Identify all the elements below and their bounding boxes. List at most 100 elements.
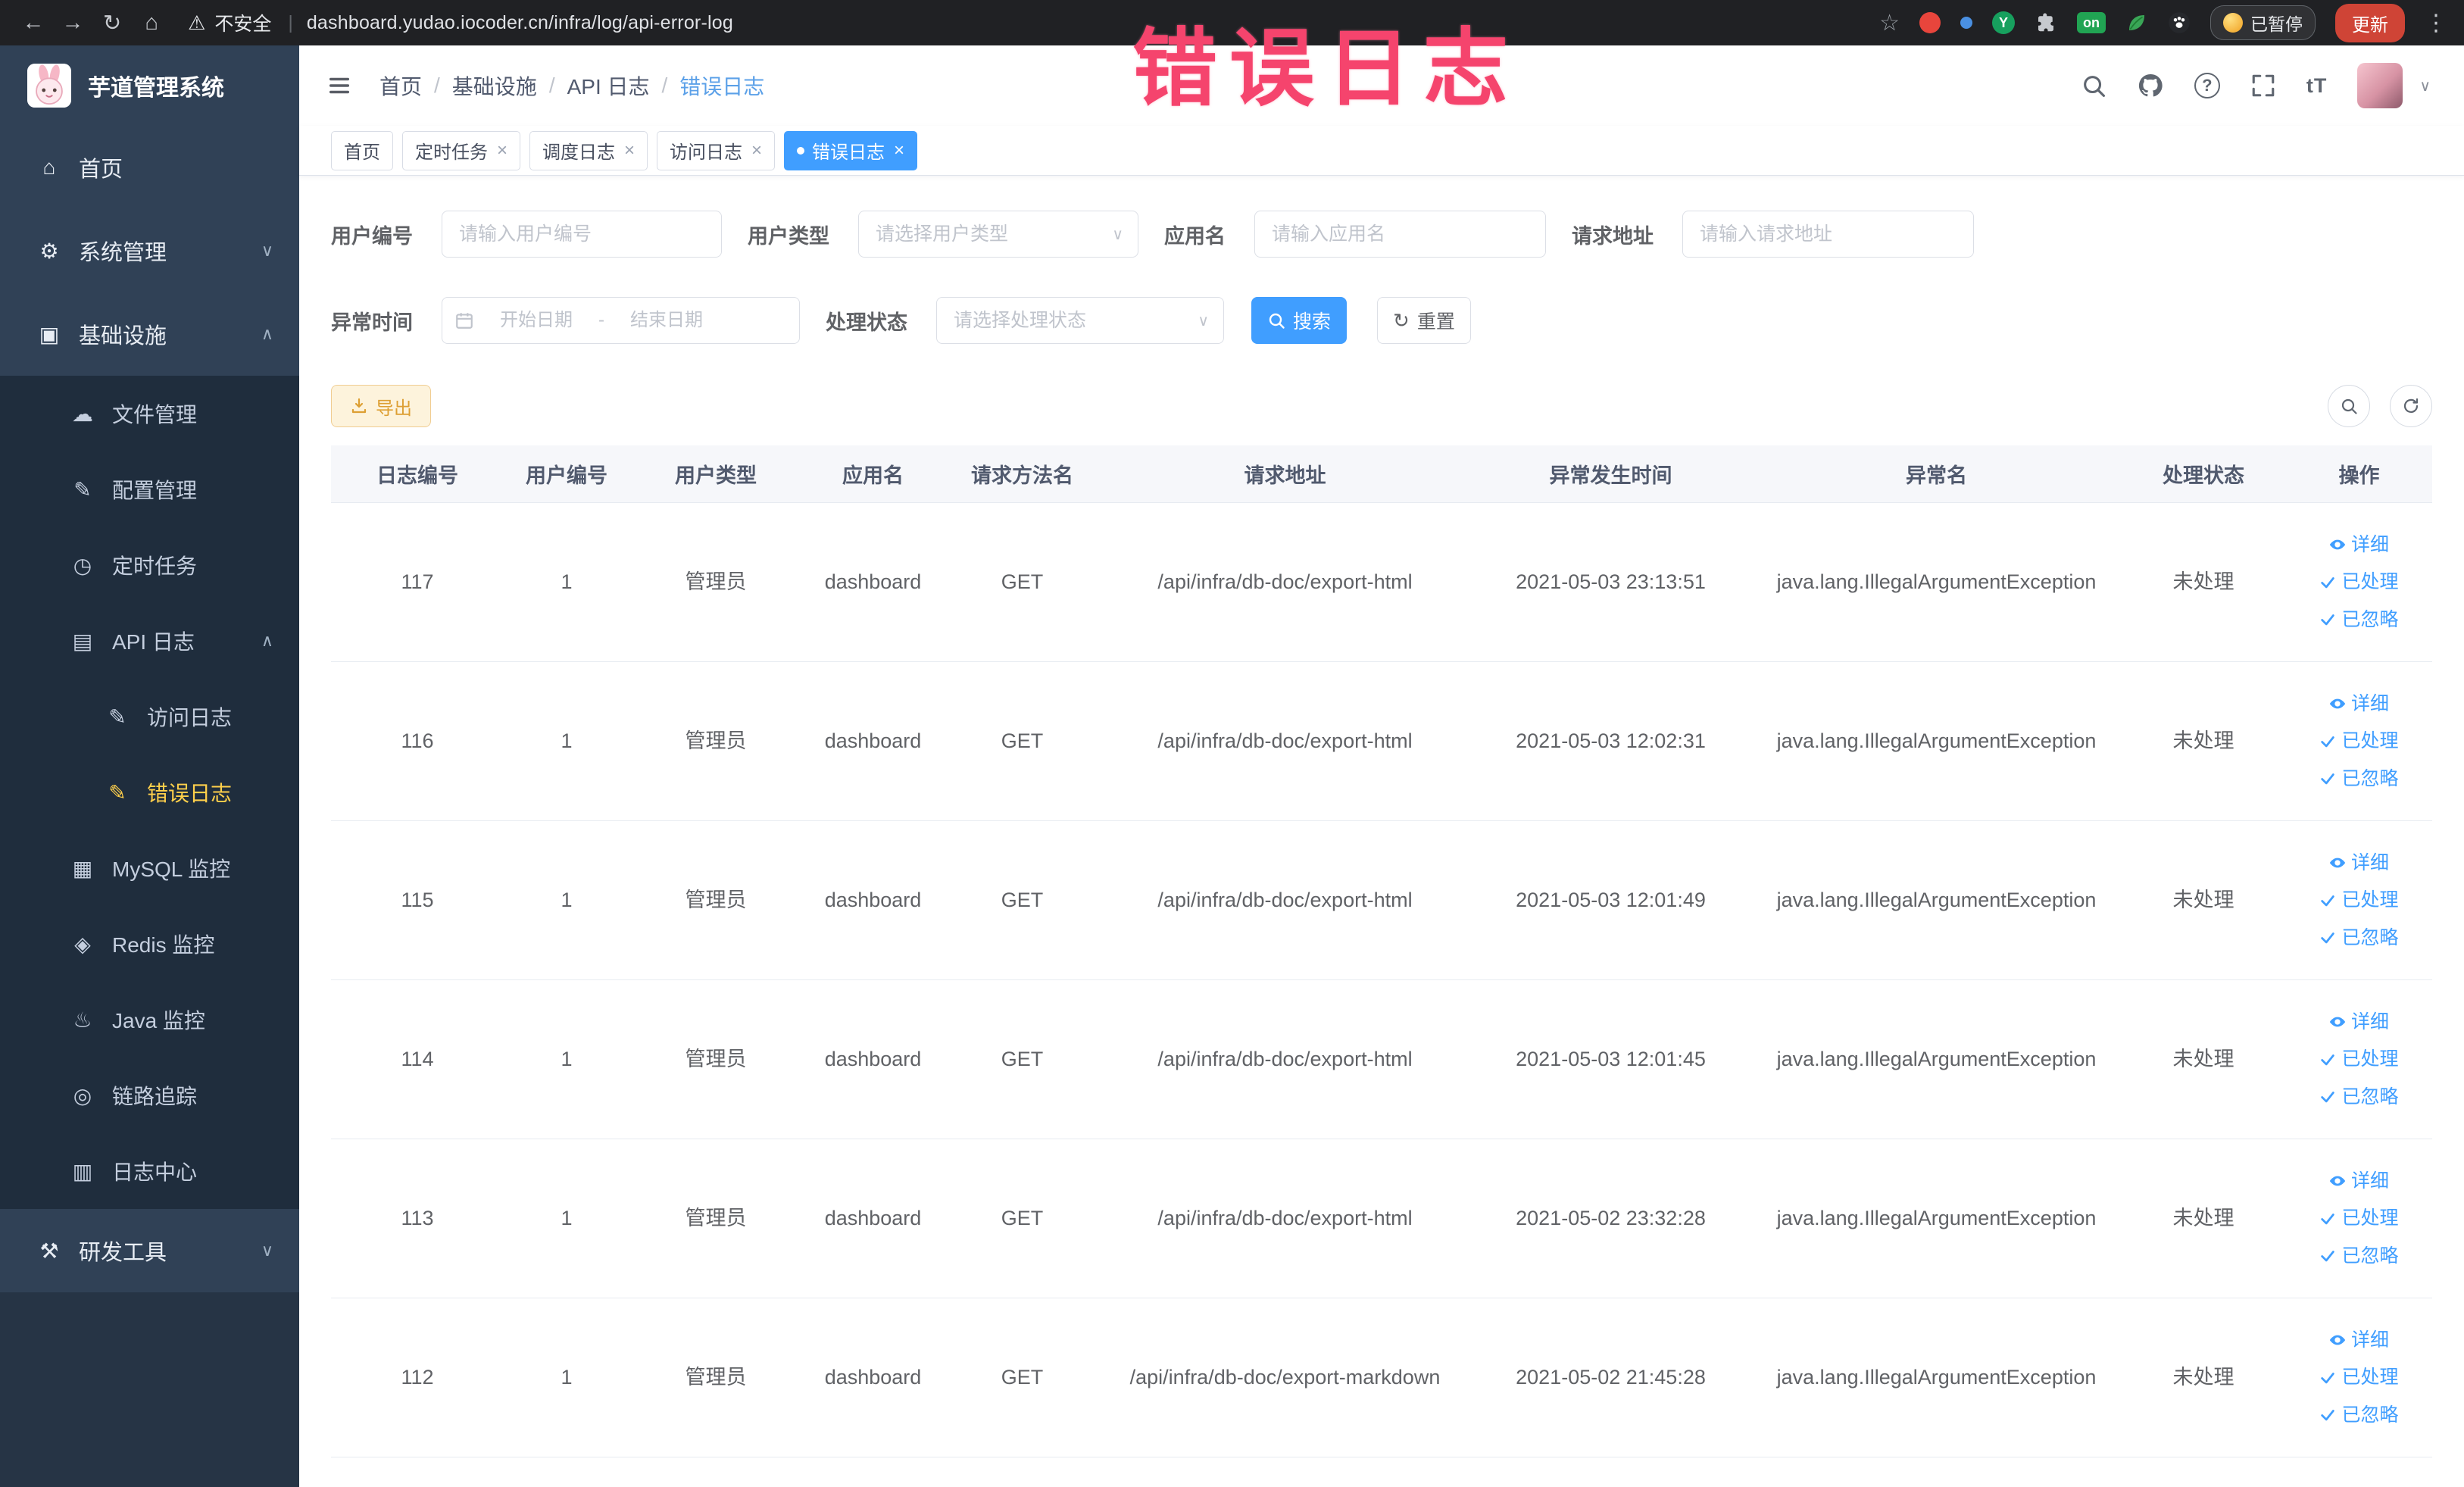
ignored-link[interactable]: 已忽略 — [2319, 924, 2399, 951]
eye-icon — [2329, 1335, 2345, 1345]
sidebar-item-access-log[interactable]: ✎ 访问日志 — [0, 679, 299, 754]
breadcrumb-item[interactable]: 首页 — [379, 70, 422, 101]
search-button[interactable]: 搜索 — [1251, 297, 1348, 344]
back-icon[interactable]: ← — [17, 11, 50, 36]
processed-link[interactable]: 已处理 — [2319, 886, 2399, 914]
browser-toolbar-right: ☆ Y on 已暂停 更新 ⋮ — [1879, 3, 2447, 42]
site-security[interactable]: ⚠ 不安全 | — [188, 9, 301, 36]
filter-row-2: 异常时间 - 处理状态 ∨ — [331, 297, 2432, 344]
sidebar-item-config-management[interactable]: ✎ 配置管理 — [0, 451, 299, 527]
detail-link[interactable]: 详细 — [2329, 690, 2389, 717]
home-icon[interactable]: ⌂ — [135, 11, 168, 36]
breadcrumb-separator: / — [548, 73, 555, 97]
sidebar-item-system-management[interactable]: ⚙ 系统管理 ∨ — [0, 209, 299, 292]
sidebar-collapse-icon[interactable] — [325, 73, 354, 98]
tab-home[interactable]: 首页 — [331, 130, 393, 170]
process-status-select-input[interactable] — [936, 297, 1224, 344]
processed-link[interactable]: 已处理 — [2319, 727, 2399, 754]
timer-icon: ◷ — [73, 553, 92, 577]
paw-extension-icon[interactable] — [2168, 11, 2191, 34]
cell-time: 2021-05-02 23:32:28 — [1516, 1206, 1706, 1229]
tab-error-log[interactable]: 错误日志 × — [784, 130, 918, 170]
app-root: 芋道管理系统 ⌂ 首页 ⚙ 系统管理 ∨ ▣ 基础设施 ∧ ☁ 文件管理 ✎ 配置管理 ◷ 定时任务 ▤ AP… — [0, 45, 2464, 1487]
close-icon[interactable]: × — [894, 140, 904, 161]
breadcrumb-item[interactable]: API 日志 — [567, 70, 650, 101]
sidebar-item-error-log[interactable]: ✎ 错误日志 — [0, 754, 299, 830]
app-name-input[interactable] — [1254, 211, 1546, 258]
breadcrumb-item[interactable]: 基础设施 — [452, 70, 537, 101]
logo[interactable]: 芋道管理系统 — [0, 45, 299, 126]
process-status-select[interactable]: ∨ — [936, 297, 1224, 344]
ignored-link[interactable]: 已忽略 — [2319, 765, 2399, 792]
exception-time-range-picker[interactable]: - — [442, 297, 800, 344]
chevron-down-icon[interactable]: ∨ — [2419, 77, 2431, 95]
fullscreen-icon[interactable] — [2250, 73, 2276, 98]
ignored-link[interactable]: 已忽略 — [2319, 1401, 2399, 1429]
reset-button[interactable]: ↻ 重置 — [1377, 297, 1471, 344]
processed-link[interactable]: 已处理 — [2319, 1364, 2399, 1391]
leaf-extension-icon[interactable] — [2125, 11, 2148, 34]
export-button[interactable]: 导出 — [331, 385, 431, 427]
close-icon[interactable]: × — [751, 140, 762, 161]
sidebar-item-home[interactable]: ⌂ 首页 — [0, 126, 299, 209]
detail-link[interactable]: 详细 — [2329, 1008, 2389, 1036]
menu-item-label: 系统管理 — [79, 241, 167, 265]
tab-scheduled-tasks[interactable]: 定时任务 × — [402, 130, 521, 170]
request-url-input[interactable] — [1682, 211, 1974, 258]
search-icon[interactable] — [2081, 73, 2106, 98]
red-extension-icon[interactable] — [1919, 12, 1941, 33]
github-icon[interactable] — [2137, 72, 2164, 99]
sidebar-item-api-log[interactable]: ▤ API 日志 ∧ — [0, 603, 299, 679]
on-badge-extension-icon[interactable]: on — [2077, 12, 2106, 33]
table-row: 114 1 管理员 dashboard GET/api/infra/db-doc/exp… — [331, 980, 2432, 1139]
kebab-menu-icon[interactable]: ⋮ — [2425, 10, 2447, 36]
ignored-link[interactable]: 已忽略 — [2319, 606, 2399, 633]
processed-link[interactable]: 已处理 — [2319, 1045, 2399, 1073]
sidebar-item-file-management[interactable]: ☁ 文件管理 — [0, 376, 299, 451]
user-type-select-input[interactable] — [858, 211, 1138, 258]
sidebar-item-infrastructure[interactable]: ▣ 基础设施 ∧ — [0, 292, 299, 376]
tab-access-log[interactable]: 访问日志 × — [657, 130, 776, 170]
forward-icon[interactable]: → — [56, 11, 89, 36]
cell-app-name: dashboard — [824, 1365, 922, 1389]
blue-dot-extension-icon[interactable] — [1960, 17, 1972, 29]
tab-schedule-log[interactable]: 调度日志 × — [529, 130, 648, 170]
user-avatar[interactable] — [2357, 63, 2403, 108]
search-toggle-button[interactable] — [2328, 385, 2370, 427]
ignored-link[interactable]: 已忽略 — [2319, 1083, 2399, 1111]
sidebar-item-redis-monitor[interactable]: ◈ Redis 监控 — [0, 906, 299, 982]
detail-link[interactable]: 详细 — [2329, 1167, 2389, 1195]
extensions-puzzle-icon[interactable] — [2035, 11, 2057, 34]
breadcrumb-separator: / — [661, 73, 668, 97]
close-icon[interactable]: × — [624, 140, 635, 161]
cell-request-url: /api/infra/db-doc/export-html — [1157, 1206, 1413, 1229]
sidebar-item-dev-tools[interactable]: ⚒ 研发工具 ∨ — [0, 1209, 299, 1292]
end-date-input[interactable] — [609, 310, 724, 331]
start-date-input[interactable] — [479, 310, 594, 331]
exception-time-label: 异常时间 — [331, 311, 413, 334]
sidebar-item-mysql-monitor[interactable]: ▦ MySQL 监控 — [0, 830, 299, 906]
column-header: 用户编号 — [526, 464, 607, 487]
detail-link[interactable]: 详细 — [2329, 531, 2389, 558]
sidebar-item-trace[interactable]: ◎ 链路追踪 — [0, 1057, 299, 1133]
user-type-select[interactable]: ∨ — [858, 211, 1138, 258]
font-size-icon[interactable]: tT — [2306, 74, 2327, 98]
processed-link[interactable]: 已处理 — [2319, 568, 2399, 595]
green-y-extension-icon[interactable]: Y — [1992, 11, 2015, 34]
reload-icon[interactable]: ↻ — [95, 10, 129, 36]
ignored-link[interactable]: 已忽略 — [2319, 1242, 2399, 1270]
address-url[interactable]: dashboard.yudao.iocoder.cn/infra/log/api… — [307, 12, 733, 34]
paused-extension-badge[interactable]: 已暂停 — [2210, 5, 2316, 40]
help-icon[interactable]: ? — [2194, 73, 2220, 98]
detail-link[interactable]: 详细 — [2329, 849, 2389, 876]
detail-link[interactable]: 详细 — [2329, 1326, 2389, 1354]
sidebar-item-java-monitor[interactable]: ♨ Java 监控 — [0, 982, 299, 1057]
refresh-button[interactable] — [2390, 385, 2432, 427]
browser-update-button[interactable]: 更新 — [2335, 3, 2405, 42]
sidebar-item-log-center[interactable]: ▥ 日志中心 — [0, 1133, 299, 1209]
close-icon[interactable]: × — [497, 140, 507, 161]
sidebar-item-scheduled-tasks[interactable]: ◷ 定时任务 — [0, 527, 299, 603]
processed-link[interactable]: 已处理 — [2319, 1204, 2399, 1232]
user-id-input[interactable] — [442, 211, 722, 258]
bookmark-star-icon[interactable]: ☆ — [1879, 10, 1900, 36]
